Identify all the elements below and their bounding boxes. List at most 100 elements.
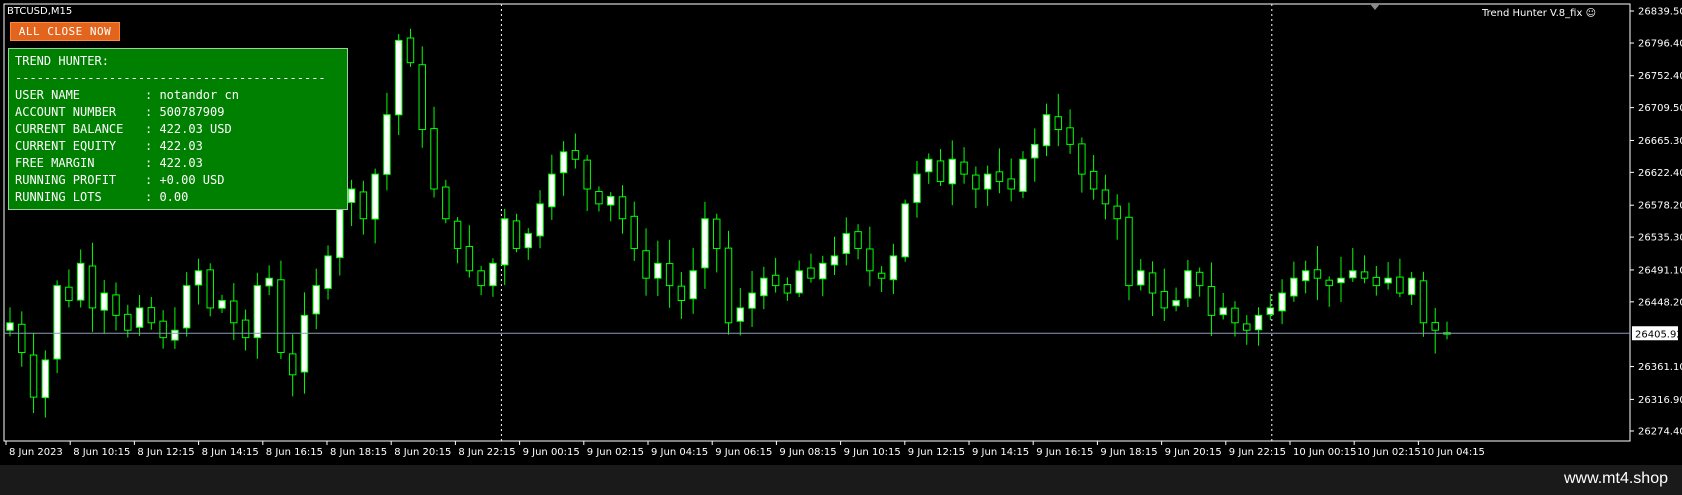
- candle-body: [818, 262, 827, 280]
- smiley-icon: ☺: [1585, 8, 1596, 19]
- candle-body: [760, 277, 768, 297]
- candle-body: [866, 248, 874, 272]
- all-close-now-button[interactable]: ALL CLOSE NOW: [10, 22, 120, 41]
- candle-body: [500, 218, 509, 266]
- candle-body: [1290, 277, 1298, 297]
- candle-body: [807, 267, 815, 279]
- candle-body: [124, 313, 132, 331]
- candle-body: [1125, 216, 1133, 287]
- candle-body: [1231, 307, 1239, 324]
- panel-row-label: USER NAME: [15, 88, 81, 102]
- candle-body: [1031, 143, 1039, 159]
- x-tick-label: 10 Jun 04:15: [1421, 447, 1485, 458]
- candle-body: [347, 188, 356, 203]
- candle-body: [1384, 277, 1392, 284]
- candle-body: [100, 292, 108, 311]
- y-tick-label: 26361.10: [1638, 362, 1682, 373]
- candle-body: [689, 270, 697, 300]
- x-tick-label: 9 Jun 16:15: [1036, 447, 1093, 458]
- y-tick-label: 26839.50: [1638, 7, 1682, 18]
- x-tick-label: 8 Jun 20:15: [394, 447, 451, 458]
- y-tick-label: 26796.40: [1638, 39, 1682, 50]
- y-tick-label: 26535.30: [1638, 233, 1682, 244]
- candle-body: [206, 269, 214, 309]
- x-tick-label: 9 Jun 06:15: [715, 447, 772, 458]
- x-tick-label: 8 Jun 16:15: [266, 447, 323, 458]
- candle-body: [571, 150, 580, 160]
- candle-body: [65, 286, 73, 301]
- candle-body: [654, 262, 662, 279]
- candle-body: [88, 265, 97, 309]
- panel-row-value: 422.03: [159, 156, 203, 170]
- candle-body: [300, 314, 309, 373]
- panel-row: CURRENT BALANCE: 422.03 USD: [15, 121, 341, 138]
- candle-body: [394, 39, 403, 116]
- candle-body: [1078, 143, 1086, 175]
- panel-row-value: notandor cn: [159, 88, 239, 102]
- candle-body: [559, 151, 568, 174]
- indicator-label: Trend Hunter V.8_fix ☺: [1482, 8, 1596, 19]
- watermark: www.mt4.shop: [1563, 470, 1668, 487]
- candle-body: [1431, 322, 1439, 331]
- candle-body: [701, 218, 709, 269]
- candle-body: [783, 284, 792, 294]
- candle-body: [383, 114, 391, 175]
- chart-window[interactable]: 8 Jun 2023 8 Jun 10:15 8 Jun 12:15 8 Jun 14…: [0, 0, 1682, 465]
- candle-body: [830, 255, 839, 266]
- candle-body: [1349, 270, 1357, 279]
- panel-row-separator: :: [145, 139, 160, 153]
- panel-row-label: CURRENT BALANCE: [15, 122, 124, 136]
- candle-body: [1019, 158, 1027, 192]
- candle-body: [29, 354, 38, 398]
- candle-body: [972, 174, 980, 190]
- x-tick-label: 10 Jun 02:15: [1357, 447, 1421, 458]
- panel-row-label: CURRENT EQUITY: [15, 139, 117, 153]
- candle-body: [1042, 114, 1051, 147]
- panel-row-separator: :: [145, 105, 160, 119]
- candle-body: [842, 233, 851, 254]
- x-tick-label: 8 Jun 18:15: [330, 447, 387, 458]
- candle-body: [1243, 323, 1251, 331]
- x-tick-label: 9 Jun 00:15: [523, 447, 580, 458]
- candle-body: [1266, 307, 1275, 315]
- candle-body: [1184, 270, 1192, 299]
- candle-body: [265, 277, 273, 287]
- candle-body: [1372, 276, 1381, 287]
- candle-body: [889, 255, 898, 281]
- candle-body: [1207, 286, 1216, 316]
- candle-body: [924, 158, 933, 173]
- candle-body: [230, 300, 238, 324]
- candle-body: [1360, 271, 1369, 279]
- panel-row-value: 422.03: [159, 139, 203, 153]
- candle-body: [877, 272, 886, 279]
- candle-body: [453, 220, 462, 249]
- candle-body: [712, 218, 721, 249]
- panel-row: USER NAME: notandor cn: [15, 87, 341, 104]
- candle-body: [1160, 291, 1169, 309]
- candle-body: [524, 233, 533, 249]
- candle-body: [1278, 292, 1286, 312]
- x-tick-label: 9 Jun 22:15: [1229, 447, 1286, 458]
- x-tick-label: 8 Jun 22:15: [458, 447, 515, 458]
- candle-body: [288, 353, 297, 376]
- panel-row-value: +0.00 USD: [159, 173, 225, 187]
- candle-body: [1313, 269, 1322, 279]
- candle-body: [194, 270, 203, 286]
- candle-body: [795, 270, 803, 294]
- candle-body: [53, 285, 61, 360]
- y-tick-label: 26752.40: [1638, 71, 1682, 82]
- x-tick-label: 9 Jun 12:15: [908, 447, 965, 458]
- candle-body: [1054, 116, 1063, 131]
- candle-body: [465, 245, 474, 272]
- candle-body: [430, 128, 438, 190]
- panel-row-value: 0.00: [159, 190, 189, 204]
- candle-body: [489, 262, 497, 287]
- y-tick-label: 26491.10: [1638, 265, 1682, 276]
- candle-body: [724, 247, 733, 324]
- candle-body: [630, 215, 639, 249]
- candle-body: [312, 285, 320, 315]
- x-tick-label: 9 Jun 02:15: [587, 447, 644, 458]
- candle-body: [336, 203, 344, 259]
- current-price-label: 26405.92: [1635, 329, 1682, 340]
- candle-body: [736, 307, 745, 322]
